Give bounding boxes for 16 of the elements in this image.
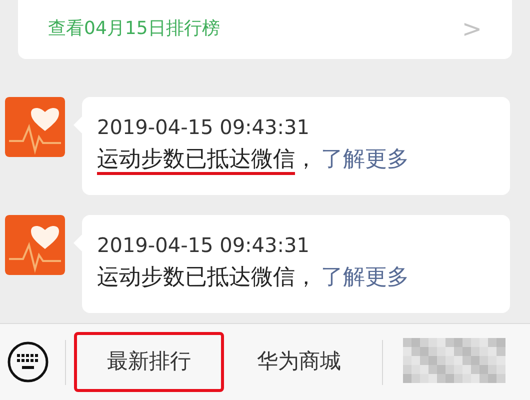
menu-button[interactable]: 最新排行 [74, 332, 224, 392]
keyboard-icon[interactable] [7, 341, 49, 383]
message-time: 2019-04-15 09:43:31 [97, 114, 310, 141]
ranking-link: 查看04月15日排行榜 [48, 17, 220, 41]
comma: ， [295, 264, 317, 292]
learn-more-link[interactable]: 了解更多 [321, 261, 409, 295]
menu-button[interactable]: 华为商城 [224, 332, 374, 392]
heart-pulse-icon [5, 97, 65, 157]
message-time: 2019-04-15 09:43:31 [97, 232, 310, 259]
chevron-icon: > [462, 16, 482, 40]
ranking-card[interactable]: 查看04月15日排行榜 > [18, 0, 512, 59]
message-text: 运动步数已抵达微信 [97, 264, 295, 292]
message-text: 运动步数已抵达微信 [97, 146, 295, 174]
learn-more-link[interactable]: 了解更多 [321, 143, 409, 177]
heart-pulse-icon [5, 215, 65, 275]
comma: ， [295, 146, 317, 174]
